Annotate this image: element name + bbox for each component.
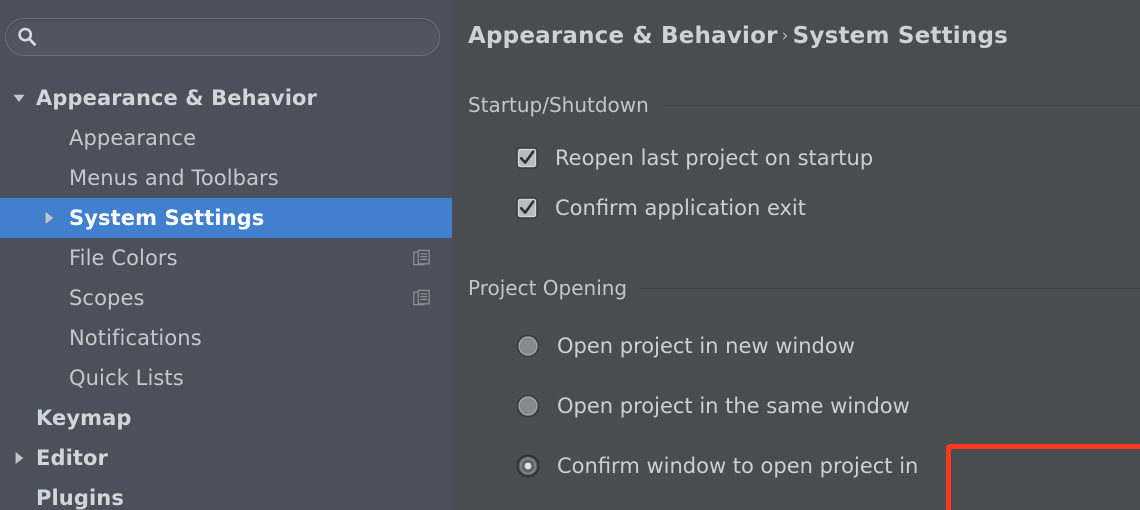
sidebar-item-label: Appearance [69, 126, 197, 150]
sidebar-item-plugins[interactable]: Plugins [0, 478, 452, 510]
sidebar-search[interactable] [5, 18, 440, 56]
radio-label: Confirm window to open project in [557, 454, 919, 478]
sidebar-item-label: Plugins [36, 486, 124, 510]
sidebar-item-label: Editor [36, 446, 108, 470]
radio-row-open-project-new-window[interactable]: Open project in new window [516, 334, 855, 358]
checkbox-label: Reopen last project on startup [555, 146, 874, 170]
settings-tree: Appearance & Behavior Appearance Menus and… [0, 78, 452, 510]
sidebar-item-appearance[interactable]: Appearance [0, 118, 452, 158]
breadcrumb: Appearance & Behavior › System Settings [468, 23, 1008, 49]
sidebar-item-editor[interactable]: Editor [0, 438, 452, 478]
sidebar-item-scopes[interactable]: Scopes [0, 278, 452, 318]
chevron-down-icon[interactable] [10, 89, 28, 107]
radio-checked-icon[interactable] [516, 454, 540, 478]
sidebar-item-label: System Settings [69, 206, 265, 230]
section-rule [640, 287, 1140, 289]
sidebar-item-menus-and-toolbars[interactable]: Menus and Toolbars [0, 158, 452, 198]
settings-dialog: Appearance & Behavior Appearance Menus and… [0, 0, 1140, 510]
copy-icon[interactable] [413, 249, 430, 267]
radio-unchecked-icon[interactable] [516, 394, 540, 418]
sidebar-item-label: Scopes [69, 286, 145, 310]
radio-unchecked-icon[interactable] [516, 334, 540, 358]
sidebar-item-label: Notifications [69, 326, 202, 350]
breadcrumb-parent[interactable]: Appearance & Behavior [468, 23, 778, 49]
sidebar-item-file-colors[interactable]: File Colors [0, 238, 452, 278]
sidebar-item-appearance-and-behavior[interactable]: Appearance & Behavior [0, 78, 452, 118]
sidebar-item-quick-lists[interactable]: Quick Lists [0, 358, 452, 398]
sidebar-item-system-settings[interactable]: System Settings [0, 198, 452, 238]
section-header: Startup/Shutdown [452, 93, 1140, 117]
radio-row-open-project-same-window[interactable]: Open project in the same window [516, 394, 910, 418]
checkbox-checked-icon[interactable] [516, 197, 538, 219]
sidebar-item-notifications[interactable]: Notifications [0, 318, 452, 358]
search-icon [16, 26, 38, 48]
breadcrumb-current: System Settings [792, 23, 1009, 49]
sidebar-item-label: Keymap [36, 406, 132, 430]
chevron-right-icon[interactable] [40, 209, 58, 227]
checkbox-row-reopen-last-project[interactable]: Reopen last project on startup [516, 146, 873, 170]
radio-label: Open project in the same window [557, 394, 910, 418]
settings-sidebar: Appearance & Behavior Appearance Menus and… [0, 0, 452, 510]
sidebar-item-label: Appearance & Behavior [36, 86, 317, 110]
sidebar-item-label: File Colors [69, 246, 178, 270]
section-rule [661, 104, 1140, 106]
annotation-highlight-box [946, 444, 1140, 510]
sidebar-item-label: Quick Lists [69, 366, 184, 390]
copy-icon[interactable] [413, 289, 430, 307]
checkbox-label: Confirm application exit [555, 196, 807, 220]
section-title: Startup/Shutdown [468, 93, 649, 117]
search-box[interactable] [5, 18, 440, 56]
section-project-opening: Project Opening [452, 276, 1140, 300]
settings-main-panel: Appearance & Behavior › System Settings St… [452, 0, 1140, 510]
breadcrumb-separator-icon: › [781, 26, 789, 46]
search-input[interactable] [38, 19, 439, 55]
chevron-right-icon[interactable] [10, 449, 28, 467]
checkbox-row-confirm-application-exit[interactable]: Confirm application exit [516, 196, 806, 220]
checkbox-checked-icon[interactable] [516, 147, 538, 169]
section-startup-shutdown: Startup/Shutdown [452, 93, 1140, 117]
sidebar-item-keymap[interactable]: Keymap [0, 398, 452, 438]
section-header: Project Opening [452, 276, 1140, 300]
radio-row-confirm-window-to-open-project-in[interactable]: Confirm window to open project in [516, 454, 918, 478]
section-title: Project Opening [468, 276, 628, 300]
sidebar-item-label: Menus and Toolbars [69, 166, 279, 190]
radio-label: Open project in new window [557, 334, 855, 358]
